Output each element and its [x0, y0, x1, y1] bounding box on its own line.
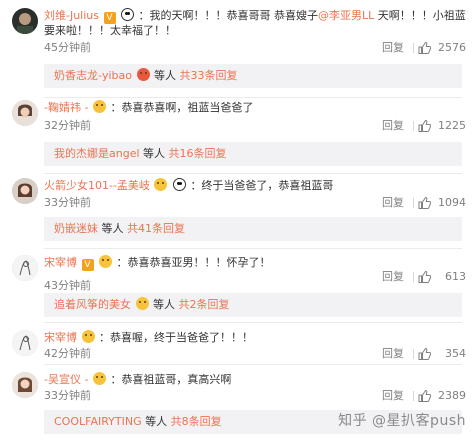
comment-text: ：终于当爸爸了，恭喜祖蓝哥 [190, 179, 334, 192]
replies-text: 等人 [154, 69, 180, 82]
view-replies-link[interactable]: 共16条回复 [169, 147, 227, 160]
divider [413, 349, 414, 359]
divider [413, 198, 414, 208]
thumbs-up-icon [418, 120, 431, 132]
replies-text: 等人 [98, 222, 127, 235]
row-divider [44, 322, 462, 323]
like-count: 354 [445, 347, 466, 360]
reply-user-link[interactable]: COOLFAIRYTING [54, 415, 142, 428]
replies-text: 等人 [139, 147, 169, 160]
row-divider [44, 173, 462, 174]
avatar[interactable] [12, 330, 38, 356]
panda-emoji-icon [172, 178, 186, 191]
thumbs-up-icon [418, 390, 431, 402]
verified-badge-icon: V [81, 259, 94, 271]
verified-badge-icon: V [103, 12, 116, 24]
reply-button[interactable]: 回复 [382, 196, 404, 210]
username-link[interactable]: 宋宰博 [44, 331, 77, 344]
comment-text: ：恭喜恭喜亚男！！！怀孕了！ [116, 256, 271, 269]
view-replies-link[interactable]: 共2条回复 [179, 298, 230, 311]
timestamp: 45分钟前 [44, 41, 91, 54]
reply-button[interactable]: 回复 [382, 389, 404, 403]
avatar[interactable] [12, 8, 38, 34]
comment-text-continued: 要来啦！！！太幸福了！！ [44, 24, 176, 37]
username-link[interactable]: 火箭少女101--孟美岐 [44, 179, 150, 192]
thumbs-up-icon [418, 197, 431, 209]
replies-summary[interactable]: 我的杰娜是angel 等人 共16条回复 [44, 142, 462, 166]
reply-user-link[interactable]: 我的杰娜是angel [54, 147, 140, 160]
comment-text: ：恭喜祖蓝哥，真高兴啊 [110, 373, 232, 386]
avatar[interactable] [12, 100, 38, 126]
like-count: 2389 [438, 389, 466, 402]
timestamp: 43分钟前 [44, 279, 91, 292]
timestamp: 42分钟前 [44, 347, 91, 360]
view-replies-link[interactable]: 共33条回复 [180, 69, 238, 82]
replies-text: 等人 [141, 415, 171, 428]
reply-user-link[interactable]: 奶香志龙-yibao [54, 69, 132, 82]
watermark: 知乎 @星扒客push [338, 413, 466, 429]
emoji-icon [154, 178, 168, 191]
reply-user-link[interactable]: 追着风筝的美女 [54, 298, 131, 311]
avatar[interactable] [12, 255, 38, 281]
row-divider [44, 248, 462, 249]
like-count: 1225 [438, 119, 466, 132]
avatar[interactable] [12, 372, 38, 398]
replies-text: 等人 [149, 298, 179, 311]
comment-actions: 回复 1225 [356, 119, 466, 133]
timestamp: 33分钟前 [44, 196, 91, 209]
emoji-icon [135, 297, 149, 310]
view-replies-link[interactable]: 共8条回复 [171, 415, 222, 428]
thumbs-up-icon [418, 271, 431, 283]
replies-summary[interactable]: 奶嵌迷妹 等人 共41条回复 [44, 217, 462, 241]
like-count: 1094 [438, 196, 466, 209]
timestamp: 33分钟前 [44, 389, 91, 402]
reply-button[interactable]: 回复 [382, 270, 404, 284]
reply-button[interactable]: 回复 [382, 41, 404, 55]
timestamp: 32分钟前 [44, 119, 91, 132]
emoji-icon [92, 100, 106, 113]
replies-summary[interactable]: 追着风筝的美女 等人 共2条回复 [44, 293, 462, 317]
row-divider [44, 97, 462, 98]
comment-text: ：恭喜喔，终于当爸爸了！！！ [99, 331, 253, 344]
emoji-icon [81, 330, 95, 343]
heart-emoji-icon [136, 68, 150, 81]
like-count: 2576 [438, 41, 466, 54]
username-link[interactable]: -鞠婧祎 - [44, 101, 88, 114]
reply-user-link[interactable]: 奶嵌迷妹 [54, 222, 98, 235]
row-divider [44, 364, 462, 365]
reply-button[interactable]: 回复 [382, 119, 404, 133]
divider [413, 391, 414, 401]
comment-text: 天啊！！！小祖蓝！ [374, 9, 468, 22]
comment-actions: 回复 2389 [356, 389, 466, 403]
username-link[interactable]: -吴宣仪 - [44, 373, 88, 386]
comment-actions: 回复 1094 [356, 196, 466, 210]
mention-link[interactable]: @李亚男LL [318, 9, 374, 22]
avatar[interactable] [12, 178, 38, 204]
view-replies-link[interactable]: 共41条回复 [127, 222, 185, 235]
emoji-icon [99, 255, 112, 268]
like-count: 613 [445, 270, 466, 283]
panda-emoji-icon [121, 8, 134, 21]
emoji-icon [92, 372, 106, 385]
comment-actions: 回复 2576 [356, 41, 466, 55]
comment-text: ：我的天啊！！！恭喜哥哥 恭喜嫂子 [138, 9, 319, 22]
thumbs-up-icon [418, 348, 431, 360]
comment-text: ：恭喜恭喜啊，祖蓝当爸爸了 [110, 101, 254, 114]
divider [413, 272, 414, 282]
username-link[interactable]: 宋宰博 [44, 256, 77, 269]
comment-actions: 回复 354 [356, 347, 466, 361]
username-link[interactable]: 刘维-Julius [44, 9, 99, 22]
divider [413, 121, 414, 131]
reply-button[interactable]: 回复 [382, 347, 404, 361]
comment-actions: 回复 613 [356, 270, 466, 284]
thumbs-up-icon [418, 42, 431, 54]
divider [413, 43, 414, 53]
replies-summary[interactable]: 奶香志龙-yibao 等人 共33条回复 [44, 64, 462, 88]
